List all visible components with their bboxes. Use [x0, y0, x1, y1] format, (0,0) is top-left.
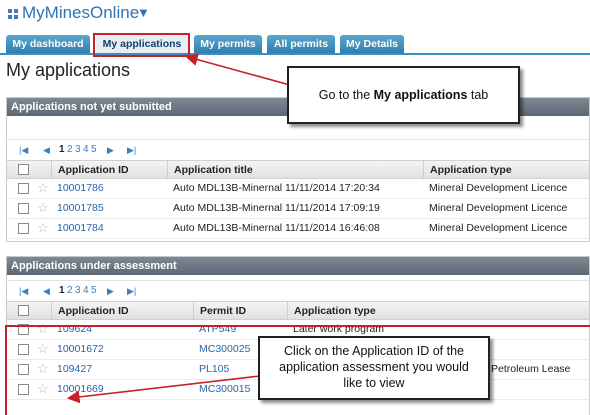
arrow-to-tab — [184, 53, 291, 86]
callout-tab-bold: My applications — [373, 88, 468, 102]
callout-assessment-text: Click on the Application ID of the appli… — [279, 344, 469, 390]
callout-assessment: Click on the Application ID of the appli… — [258, 336, 490, 400]
arrow-to-row — [66, 375, 261, 404]
callout-tab-suffix: tab — [467, 88, 489, 102]
callout-tab-prefix: Go to the — [318, 88, 374, 102]
callout-tab: Go to the My applications tab — [287, 66, 520, 124]
